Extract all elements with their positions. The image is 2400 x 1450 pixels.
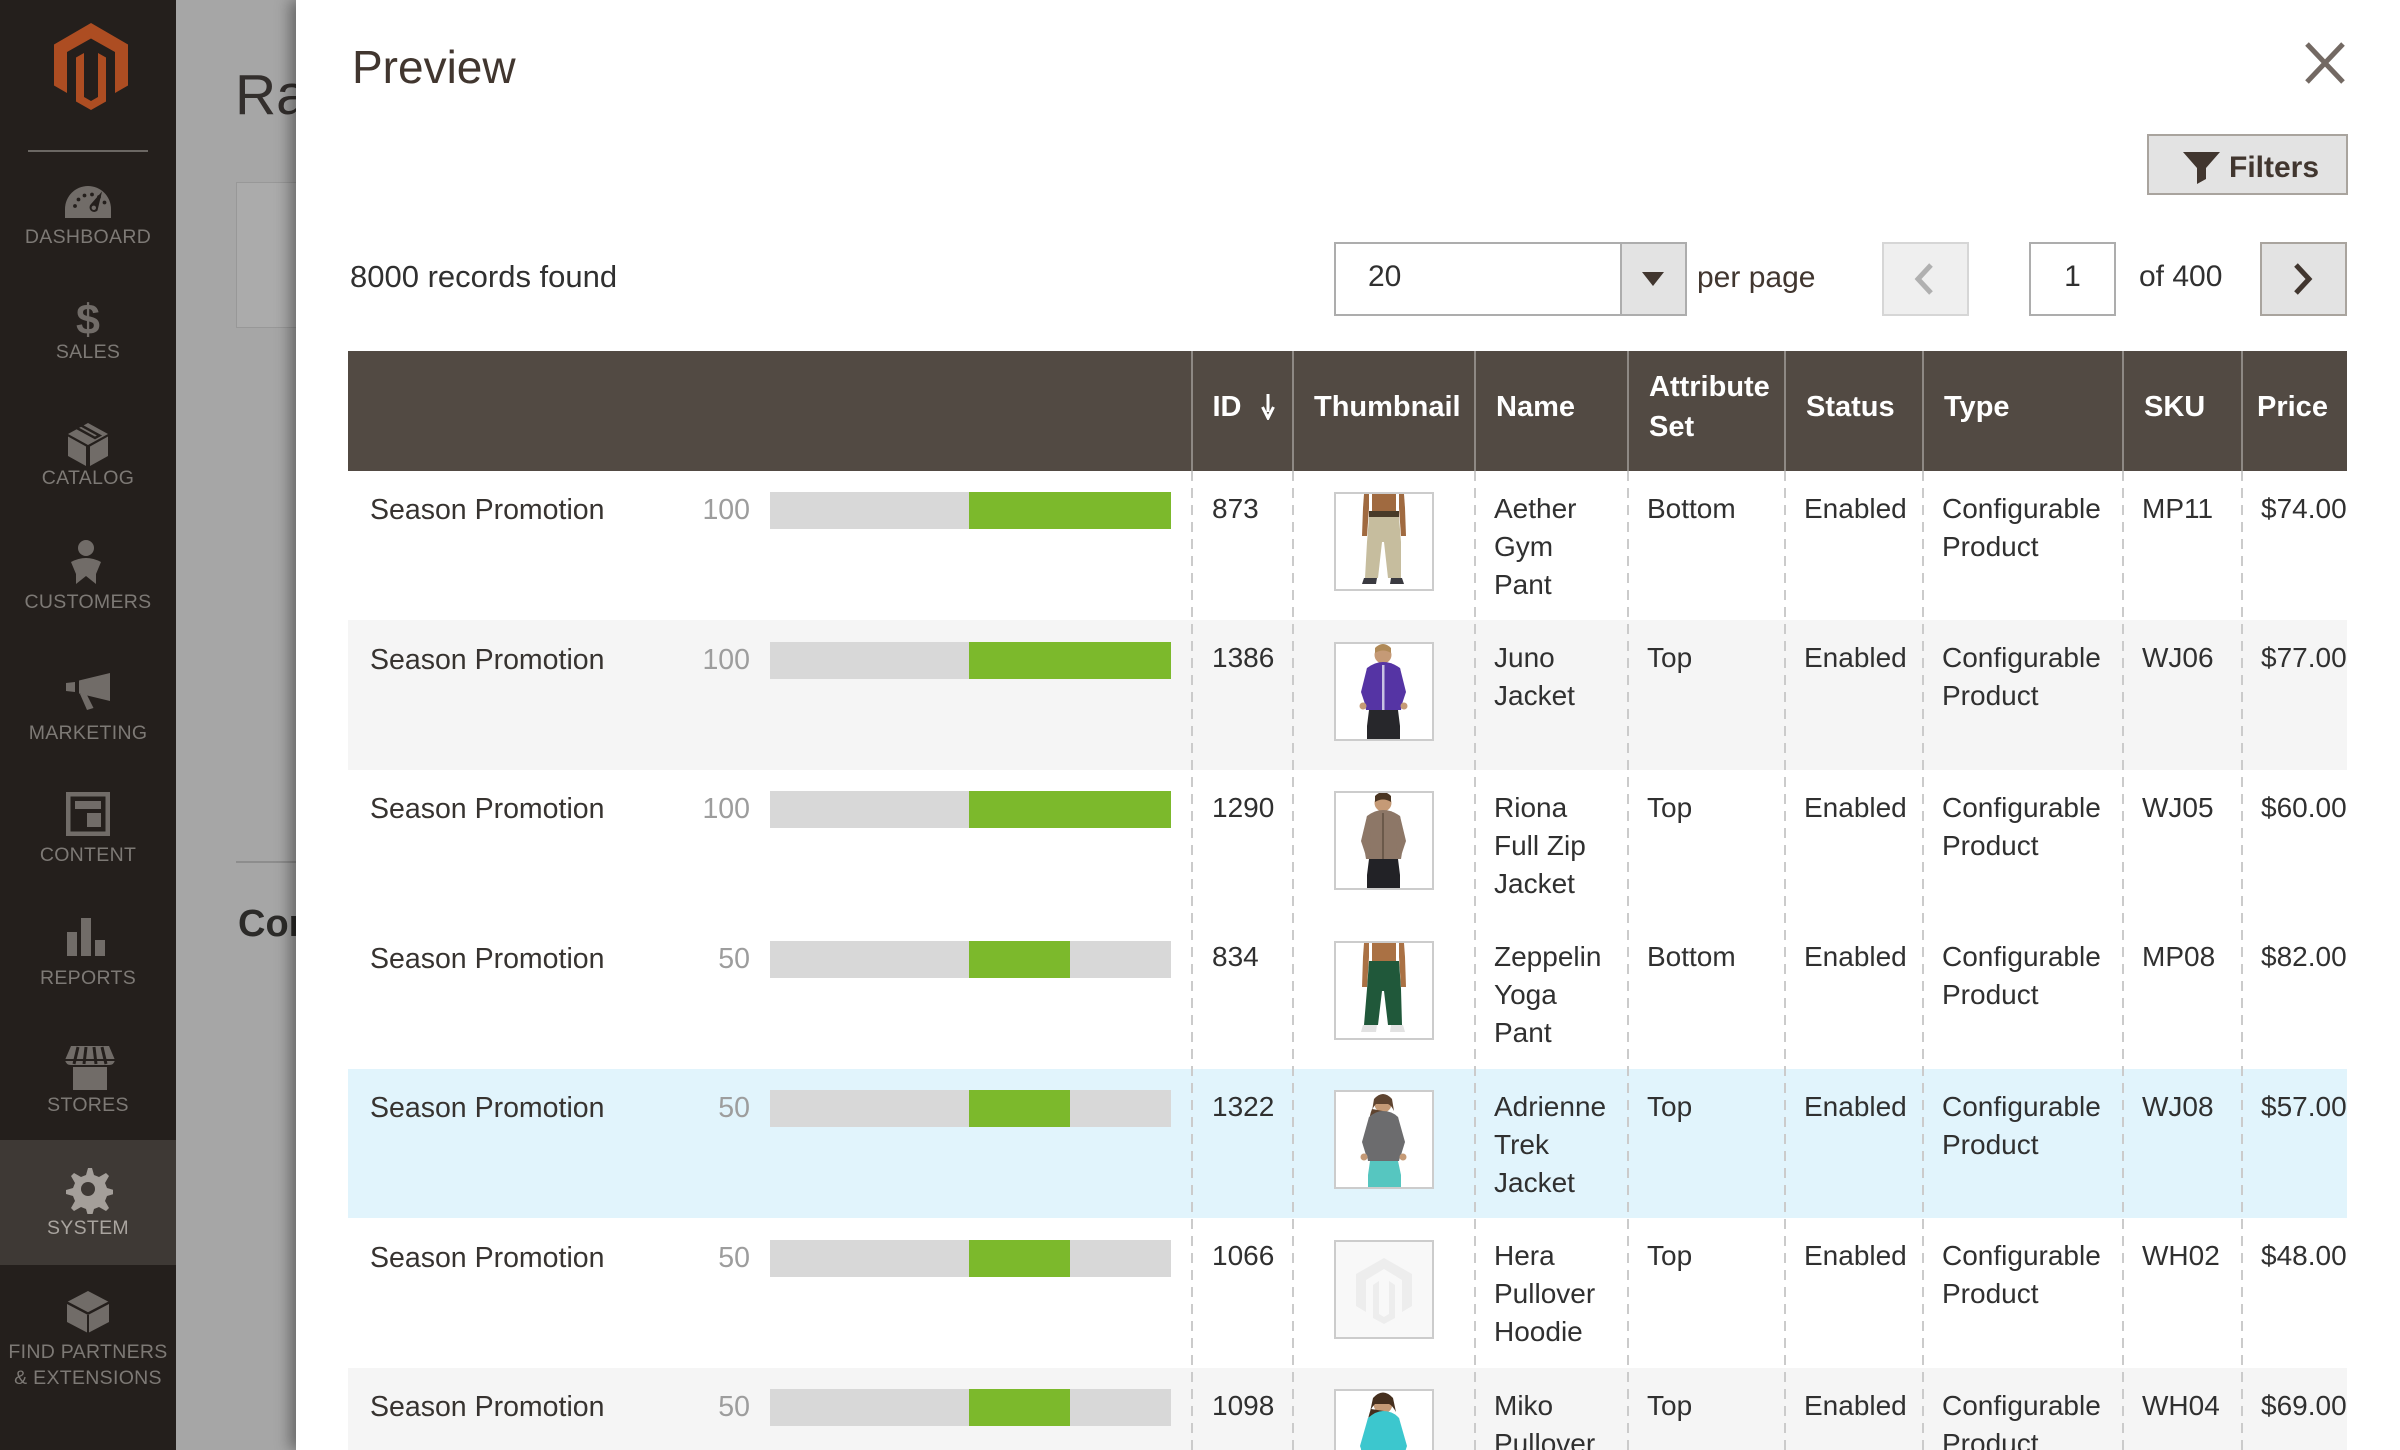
svg-text:$: $ <box>76 298 100 342</box>
